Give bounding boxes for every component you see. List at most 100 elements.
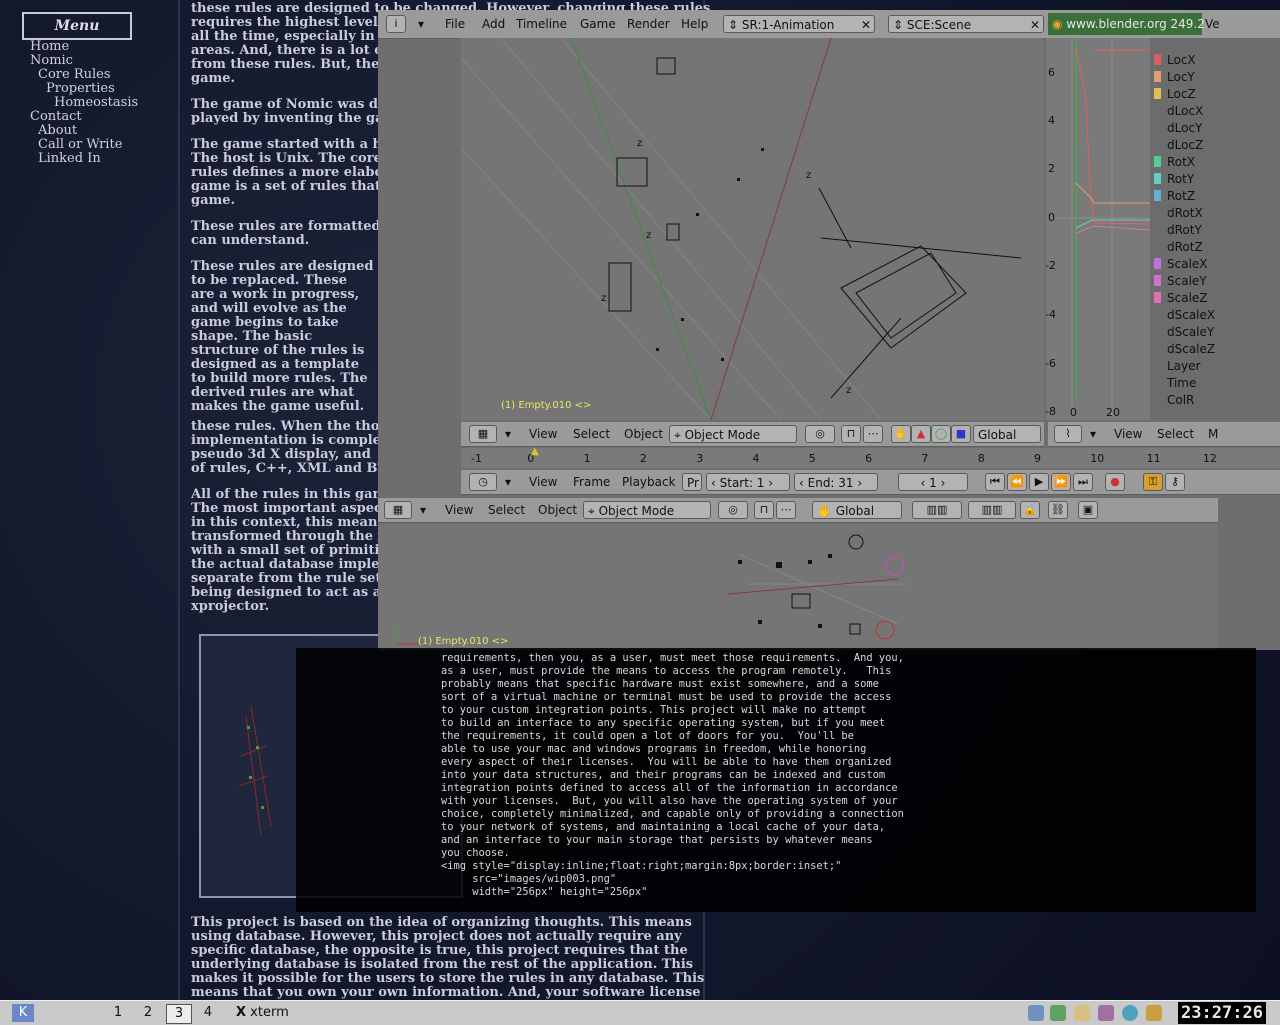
- channel-color-swatch[interactable]: [1154, 122, 1161, 133]
- channel-color-swatch[interactable]: [1154, 224, 1161, 235]
- nav-nomic[interactable]: Nomic: [30, 54, 73, 68]
- menu-playback[interactable]: Playback: [622, 473, 676, 491]
- menu-add[interactable]: Add: [482, 15, 505, 33]
- render-icon[interactable]: ▣: [1078, 501, 1098, 519]
- prev-key-icon[interactable]: ⏪: [1007, 473, 1027, 491]
- menu-select[interactable]: Select: [488, 501, 525, 519]
- task-xterm[interactable]: X xterm: [236, 1004, 316, 1022]
- jump-start-icon[interactable]: ⏮: [985, 473, 1005, 491]
- layer-buttons-icon[interactable]: ▥▥: [968, 501, 1016, 519]
- globe-icon[interactable]: [1122, 1005, 1138, 1021]
- channel-color-swatch[interactable]: [1154, 241, 1161, 252]
- info-icon[interactable]: i: [386, 15, 406, 33]
- lock-icon[interactable]: 🔒: [1020, 501, 1040, 519]
- nav-contact[interactable]: Contact: [30, 110, 82, 124]
- hand-icon[interactable]: ✋: [891, 425, 911, 443]
- pivot-icon[interactable]: ⊓: [754, 501, 774, 519]
- menu-view[interactable]: View: [445, 501, 473, 519]
- manipulator-scale-icon[interactable]: ■: [951, 425, 971, 443]
- end-frame-field[interactable]: ‹ End: 31 ›: [794, 473, 878, 491]
- ipo-channel[interactable]: Layer: [1154, 358, 1200, 375]
- current-frame-field[interactable]: ‹ 1 ›: [898, 473, 968, 491]
- next-key-icon[interactable]: ⏩: [1051, 473, 1071, 491]
- desktop-1[interactable]: 1: [106, 1004, 130, 1022]
- editor-type-grid-icon[interactable]: ▦: [384, 501, 412, 519]
- ipo-channel[interactable]: ScaleX: [1154, 256, 1208, 273]
- ipo-editor-icon[interactable]: ⌇: [1054, 425, 1082, 443]
- 3d-viewport-top[interactable]: z z z z z (1) Empty.010 <>: [461, 38, 1044, 420]
- channel-color-swatch[interactable]: [1154, 292, 1161, 303]
- menu-view[interactable]: View: [529, 425, 557, 443]
- ipo-channel[interactable]: LocX: [1154, 52, 1196, 69]
- start-frame-value[interactable]: Start: 1: [720, 476, 765, 490]
- ipo-channel[interactable]: ScaleZ: [1154, 290, 1208, 307]
- layer-buttons-icon[interactable]: ▥▥: [912, 501, 962, 519]
- timeline-ruler[interactable]: -1 0 1 2 3 4 5 6 7 8 9 10 11 12 ▲: [461, 446, 1280, 468]
- screen-selector[interactable]: ⇕ SR:1-Animation ✕: [723, 15, 875, 33]
- volume-icon[interactable]: [1028, 1005, 1044, 1021]
- channel-color-swatch[interactable]: [1154, 258, 1161, 269]
- channel-color-swatch[interactable]: [1154, 88, 1161, 99]
- menu-game[interactable]: Game: [580, 15, 616, 33]
- terminal-text[interactable]: requirements, then you, as a user, must …: [441, 652, 904, 899]
- channel-color-swatch[interactable]: [1154, 139, 1161, 150]
- menu-more[interactable]: M: [1208, 425, 1218, 443]
- ipo-channel[interactable]: dLocY: [1154, 120, 1202, 137]
- ipo-channel[interactable]: LocZ: [1154, 86, 1196, 103]
- menu-object[interactable]: Object: [538, 501, 577, 519]
- channel-color-swatch[interactable]: [1154, 71, 1161, 82]
- ipo-channel[interactable]: LocY: [1154, 69, 1195, 86]
- screen-name[interactable]: SR:1-Animation: [742, 18, 835, 32]
- nav-home[interactable]: Home: [30, 40, 69, 54]
- timeline-clock-icon[interactable]: ◷: [469, 473, 497, 491]
- start-frame-field[interactable]: ‹ Start: 1 ›: [706, 473, 790, 491]
- screen-browse-icon[interactable]: ⇕: [728, 18, 742, 32]
- start-menu-icon[interactable]: K: [12, 1004, 34, 1022]
- ipo-channel[interactable]: dScaleY: [1154, 324, 1214, 341]
- draw-type-icon[interactable]: ◎: [805, 425, 835, 443]
- ipo-channel[interactable]: dRotX: [1154, 205, 1203, 222]
- printer-icon[interactable]: [1098, 1005, 1114, 1021]
- menu-select[interactable]: Select: [1157, 425, 1194, 443]
- editor-type-grid-icon[interactable]: ▦: [469, 425, 497, 443]
- channel-color-swatch[interactable]: [1154, 156, 1161, 167]
- current-frame-value[interactable]: 1: [929, 476, 937, 490]
- channel-color-swatch[interactable]: [1154, 105, 1161, 116]
- menu-file[interactable]: File: [445, 15, 465, 33]
- menu-frame[interactable]: Frame: [573, 473, 610, 491]
- scene-name[interactable]: SCE:Scene: [907, 18, 971, 32]
- hand-icon[interactable]: ✋: [817, 504, 836, 518]
- preview-range-toggle[interactable]: Pr: [682, 473, 702, 491]
- end-frame-value[interactable]: End: 31: [808, 476, 854, 490]
- keying-set-icon[interactable]: ⚿: [1143, 473, 1163, 491]
- ipo-channel[interactable]: dScaleZ: [1154, 341, 1215, 358]
- channel-color-swatch[interactable]: [1154, 309, 1161, 320]
- scene-selector[interactable]: ⇕ SCE:Scene ✕: [888, 15, 1044, 33]
- channel-color-swatch[interactable]: [1154, 326, 1161, 337]
- ipo-channel[interactable]: dLocZ: [1154, 137, 1203, 154]
- klipper-icon[interactable]: [1074, 1005, 1090, 1021]
- record-icon[interactable]: ●: [1105, 473, 1125, 491]
- ipo-channel[interactable]: ScaleY: [1154, 273, 1207, 290]
- mode-value[interactable]: Object Mode: [685, 428, 761, 442]
- channel-color-swatch[interactable]: [1154, 343, 1161, 354]
- nav-homeostasis[interactable]: Homeostasis: [54, 96, 138, 110]
- menu-timeline[interactable]: Timeline: [516, 15, 567, 33]
- ipo-channel[interactable]: dRotY: [1154, 222, 1202, 239]
- channel-color-swatch[interactable]: [1154, 54, 1161, 65]
- channel-color-swatch[interactable]: [1154, 360, 1161, 371]
- xterm-window[interactable]: requirements, then you, as a user, must …: [296, 648, 1256, 912]
- nav-about[interactable]: About: [38, 124, 77, 138]
- orientation-selector[interactable]: Global: [973, 425, 1041, 443]
- desktop-2[interactable]: 2: [136, 1004, 160, 1022]
- channel-color-swatch[interactable]: [1154, 275, 1161, 286]
- channel-color-swatch[interactable]: [1154, 394, 1161, 405]
- channel-color-swatch[interactable]: [1154, 207, 1161, 218]
- menu-help[interactable]: Help: [681, 15, 708, 33]
- mode-selector[interactable]: ⌖ Object Mode: [583, 501, 711, 519]
- layers-icon[interactable]: ⋯: [863, 425, 883, 443]
- header-collapse-icon[interactable]: ▾: [1090, 425, 1096, 443]
- ipo-channel[interactable]: RotY: [1154, 171, 1194, 188]
- scene-browse-icon[interactable]: ⇕: [893, 18, 907, 32]
- key-icon[interactable]: ⚷: [1165, 473, 1185, 491]
